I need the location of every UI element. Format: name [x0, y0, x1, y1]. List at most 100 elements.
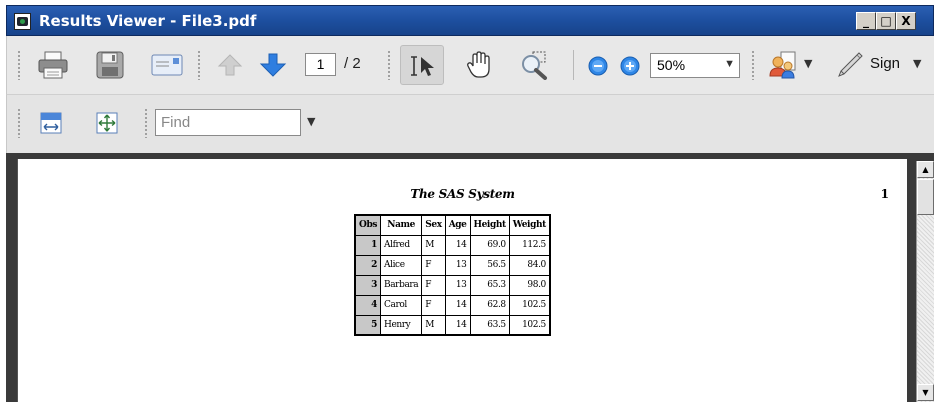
table-cell: Barbara	[379, 274, 423, 296]
table-cell: 4	[354, 294, 381, 316]
hand-tool-button[interactable]	[462, 48, 496, 82]
chevron-down-icon: ▼	[724, 58, 735, 70]
chevron-down-icon[interactable]: ▼	[804, 57, 812, 70]
table-cell: F	[421, 254, 446, 276]
find-input[interactable]: Find	[155, 109, 301, 136]
save-icon	[96, 51, 124, 79]
marquee-zoom-button[interactable]	[517, 48, 551, 82]
results-table: Obs Name Sex Age Height Weight 1 Alfred …	[354, 214, 551, 336]
print-icon	[38, 51, 68, 79]
column-header: Height	[469, 214, 510, 236]
table-cell: 56.5	[469, 254, 510, 276]
table-cell: Henry	[379, 314, 423, 336]
table-header-row: Obs Name Sex Age Height Weight	[354, 214, 551, 236]
table-cell: M	[421, 234, 446, 256]
toolbar-grip[interactable]	[144, 108, 148, 138]
page-number-input[interactable]: 1	[305, 53, 336, 76]
zoom-in-button[interactable]	[617, 53, 643, 79]
email-icon	[151, 54, 183, 76]
table-row: 4 Carol F 14 62.8 102.5	[354, 294, 551, 316]
toolbar-grip[interactable]	[197, 50, 201, 80]
table-cell: Alice	[379, 254, 423, 276]
table-cell: 13	[444, 274, 471, 296]
column-header: Weight	[508, 214, 551, 236]
table-cell: 5	[354, 314, 381, 336]
sign-label[interactable]: Sign	[870, 55, 900, 72]
fit-page-button[interactable]	[93, 109, 121, 137]
save-button[interactable]	[93, 48, 127, 82]
scroll-down-button[interactable]: ▼	[917, 384, 934, 401]
table-cell: 69.0	[469, 234, 510, 256]
fit-width-button[interactable]	[37, 109, 65, 137]
toolbar-grip[interactable]	[17, 50, 21, 80]
scrollbar-thumb[interactable]	[917, 179, 934, 215]
next-page-icon	[259, 53, 287, 77]
toolbar-grip[interactable]	[17, 108, 21, 138]
marquee-zoom-icon	[522, 51, 547, 80]
table-cell: 102.5	[508, 314, 551, 336]
table-cell: 14	[444, 314, 471, 336]
vertical-scrollbar[interactable]: ▲ ▼	[916, 161, 934, 402]
next-page-button[interactable]	[258, 50, 288, 80]
collaborate-button[interactable]	[765, 48, 801, 82]
select-tool-button[interactable]	[400, 45, 444, 85]
table-cell: 14	[444, 234, 471, 256]
print-button[interactable]	[35, 48, 71, 82]
chevron-down-icon[interactable]: ▼	[307, 115, 315, 128]
table-row: 5 Henry M 14 63.5 102.5	[354, 314, 551, 336]
table-cell: 65.3	[469, 274, 510, 296]
table-cell: Alfred	[379, 234, 423, 256]
table-row: 2 Alice F 13 56.5 84.0	[354, 254, 551, 276]
maximize-button[interactable]: □	[876, 12, 896, 30]
column-header: Name	[379, 214, 423, 236]
column-header: Age	[444, 214, 471, 236]
table-cell: F	[421, 274, 446, 296]
zoom-out-icon	[588, 56, 608, 76]
window-title: Results Viewer - File3.pdf	[39, 12, 257, 30]
main-toolbar: 1 / 2 50% ▼ ▼ Sign ▼	[6, 36, 934, 95]
minimize-button[interactable]: _	[856, 12, 876, 30]
table-cell: 13	[444, 254, 471, 276]
zoom-value: 50%	[657, 57, 686, 73]
sign-pen-icon	[838, 52, 863, 77]
page-number-label: 1	[880, 187, 889, 201]
previous-page-button[interactable]	[215, 50, 245, 80]
select-tool-icon	[411, 56, 434, 76]
toolbar-separator	[573, 50, 574, 80]
table-cell: 84.0	[508, 254, 551, 276]
table-row: 3 Barbara F 13 65.3 98.0	[354, 274, 551, 296]
document-title: The SAS System	[410, 187, 515, 201]
table-cell: 14	[444, 294, 471, 316]
zoom-out-button[interactable]	[585, 53, 611, 79]
app-icon[interactable]	[14, 13, 31, 30]
title-bar[interactable]: Results Viewer - File3.pdf _ □ X	[6, 5, 934, 36]
email-button[interactable]	[148, 48, 186, 82]
table-cell: M	[421, 314, 446, 336]
table-cell: F	[421, 294, 446, 316]
hand-tool-icon	[467, 51, 490, 78]
table-cell: 98.0	[508, 274, 551, 296]
zoom-level-select[interactable]: 50% ▼	[650, 53, 740, 78]
toolbar-grip[interactable]	[387, 50, 391, 80]
column-header: Obs	[354, 214, 381, 236]
table-row: 1 Alfred M 14 69.0 112.5	[354, 234, 551, 256]
table-cell: 63.5	[469, 314, 510, 336]
column-header: Sex	[421, 214, 446, 236]
table-cell: 2	[354, 254, 381, 276]
collaborate-icon	[769, 51, 796, 79]
secondary-toolbar: Find ▼	[6, 95, 934, 153]
document-page: The SAS System 1 Obs Name Sex Age Height…	[17, 159, 907, 402]
zoom-in-icon	[620, 56, 640, 76]
previous-page-icon	[217, 54, 243, 76]
table-cell: 62.8	[469, 294, 510, 316]
chevron-down-icon[interactable]: ▼	[913, 57, 921, 70]
table-cell: 112.5	[508, 234, 551, 256]
page-total-label: / 2	[344, 55, 361, 72]
close-button[interactable]: X	[896, 12, 916, 30]
sign-button[interactable]	[833, 48, 867, 82]
table-cell: 3	[354, 274, 381, 296]
scroll-up-button[interactable]: ▲	[917, 161, 934, 178]
fit-page-icon	[96, 112, 118, 134]
table-cell: 1	[354, 234, 381, 256]
toolbar-grip[interactable]	[751, 50, 755, 80]
